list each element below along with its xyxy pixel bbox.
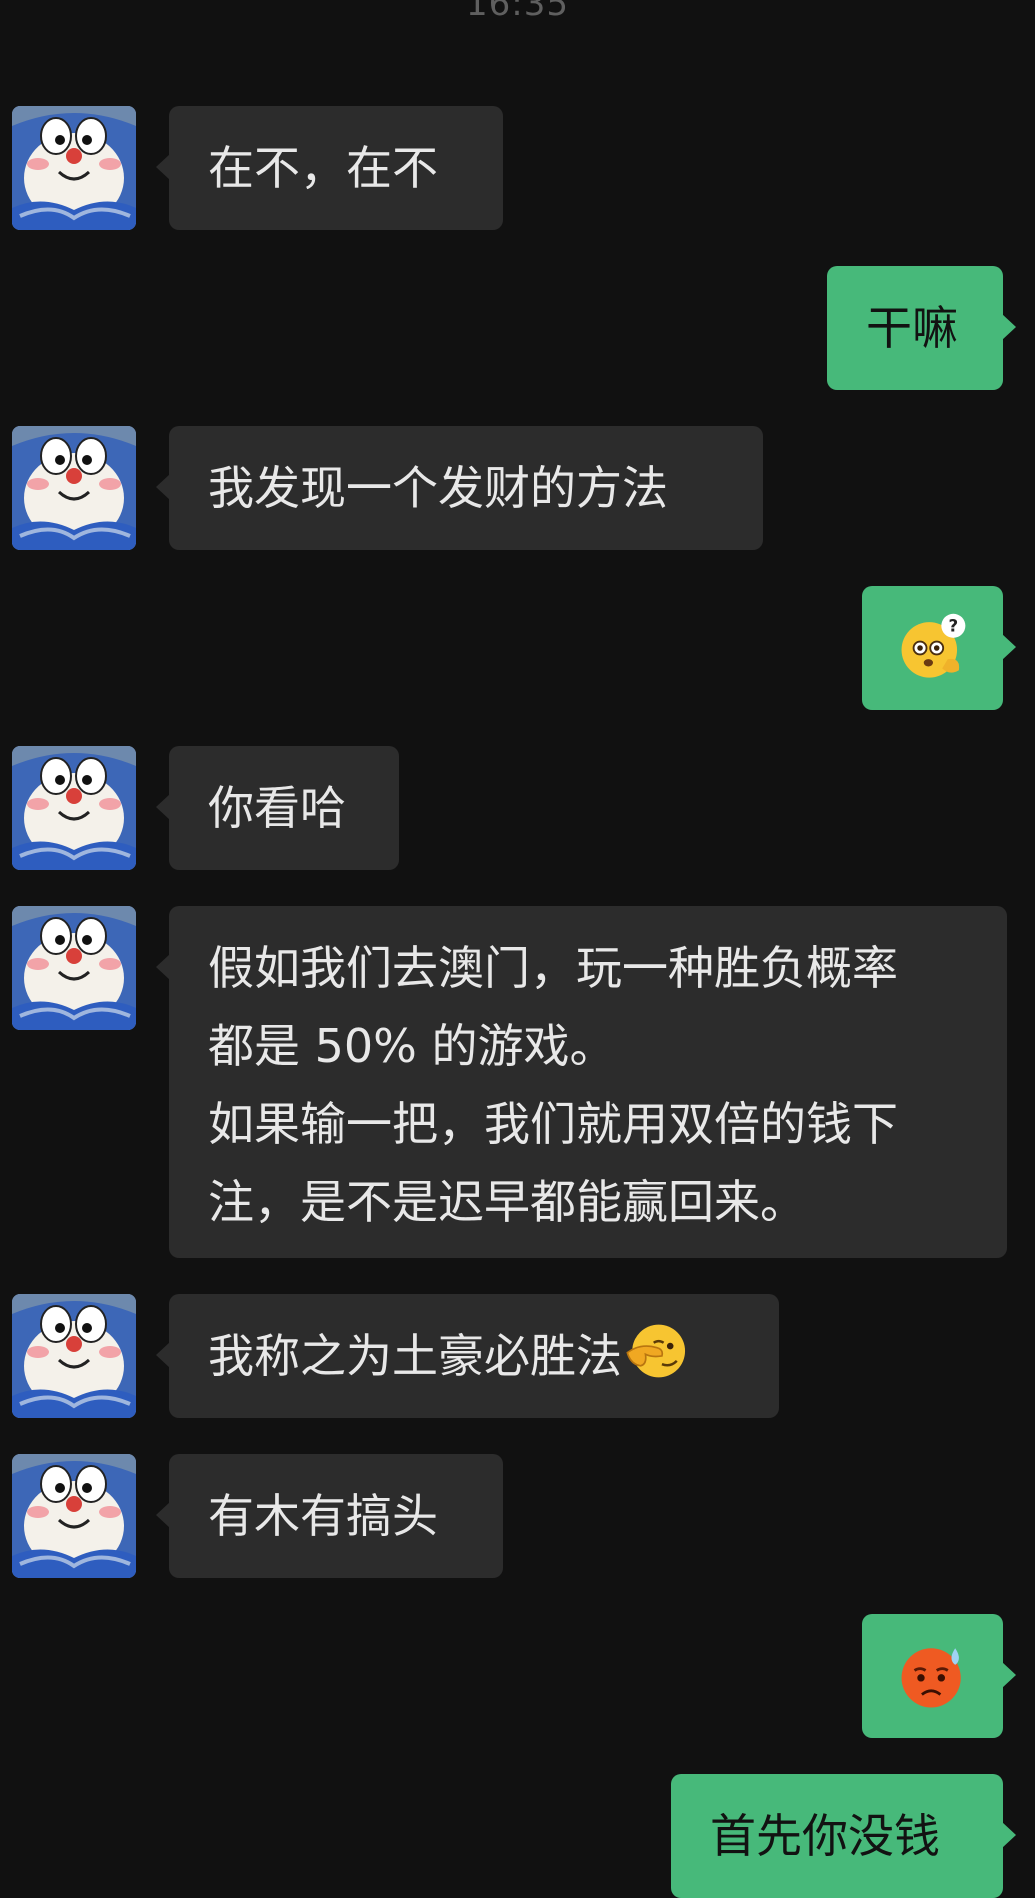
sweat-frown-emoji-icon bbox=[896, 1639, 970, 1713]
message-bubble-incoming[interactable]: 你看哈 bbox=[156, 746, 399, 870]
message-bubble-incoming[interactable]: 假如我们去澳门，玩一种胜负概率 都是 50% 的游戏。 如果输一把，我们就用双倍… bbox=[156, 906, 1007, 1258]
message-bubble-outgoing[interactable]: 首先你没钱 bbox=[671, 1774, 1016, 1898]
contact-avatar[interactable] bbox=[12, 746, 136, 870]
message-text: 有木有搞头 bbox=[208, 1489, 438, 1543]
contact-avatar[interactable] bbox=[12, 1454, 136, 1578]
doraemon-cat-avatar-icon bbox=[12, 906, 136, 1030]
message-text: 你看哈 bbox=[208, 781, 346, 835]
doraemon-cat-avatar-icon bbox=[12, 1454, 136, 1578]
status-time: 16:35 bbox=[466, 0, 569, 24]
doraemon-cat-avatar-icon bbox=[12, 746, 136, 870]
doraemon-cat-avatar-icon bbox=[12, 106, 136, 230]
message-text-line: 假如我们去澳门，玩一种胜负概率 bbox=[208, 941, 898, 995]
message-text: 我称之为土豪必胜法 bbox=[208, 1329, 622, 1383]
message-bubble-outgoing[interactable]: 干嘛 bbox=[827, 266, 1016, 390]
message-text-line: 如果输一把，我们就用双倍的钱下 bbox=[208, 1097, 898, 1151]
message-bubble-outgoing[interactable] bbox=[862, 586, 1016, 710]
message-text: 干嘛 bbox=[866, 301, 958, 355]
message-text-line: 都是 50% 的游戏。 bbox=[208, 1019, 616, 1073]
message-bubble-incoming[interactable]: 我发现一个发财的方法 bbox=[156, 426, 763, 550]
confused-question-emoji-icon bbox=[896, 611, 970, 685]
doraemon-cat-avatar-icon bbox=[12, 426, 136, 550]
message-bubble-incoming[interactable]: 我称之为土豪必胜法 bbox=[156, 1294, 779, 1418]
message-bubble-outgoing[interactable] bbox=[862, 1614, 1016, 1738]
message-text: 在不，在不 bbox=[208, 141, 438, 195]
message-text: 首先你没钱 bbox=[710, 1809, 940, 1863]
smirk-hand-over-face-emoji-icon bbox=[624, 1318, 690, 1384]
contact-avatar[interactable] bbox=[12, 426, 136, 550]
message-bubble-incoming[interactable]: 在不，在不 bbox=[156, 106, 503, 230]
contact-avatar[interactable] bbox=[12, 1294, 136, 1418]
message-text-line: 注，是不是迟早都能赢回来。 bbox=[208, 1175, 806, 1229]
message-text: 我发现一个发财的方法 bbox=[208, 461, 668, 515]
doraemon-cat-avatar-icon bbox=[12, 1294, 136, 1418]
contact-avatar[interactable] bbox=[12, 106, 136, 230]
contact-avatar[interactable] bbox=[12, 906, 136, 1030]
message-bubble-incoming[interactable]: 有木有搞头 bbox=[156, 1454, 503, 1578]
